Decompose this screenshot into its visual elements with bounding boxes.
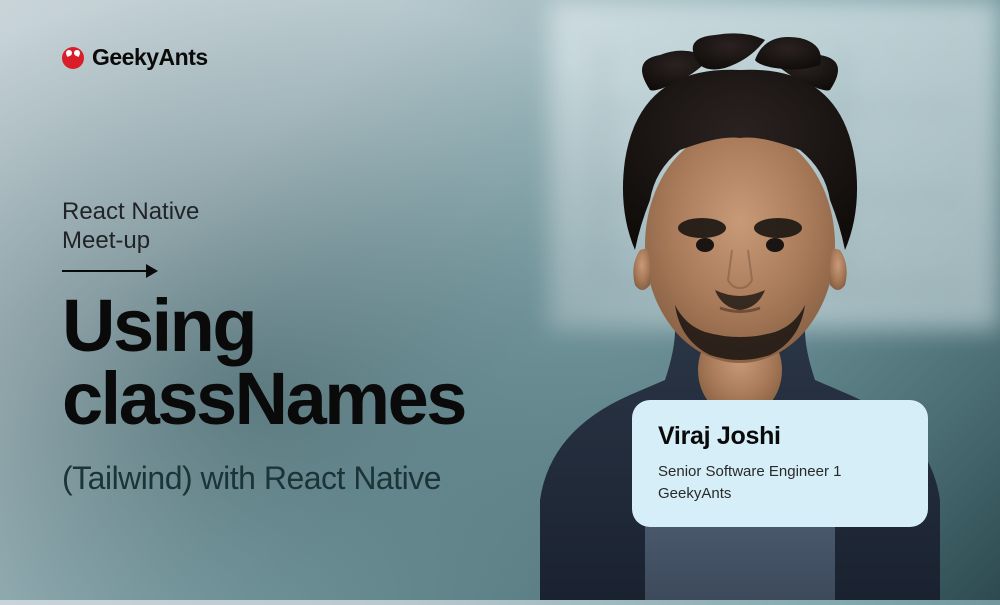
subheadline: (Tailwind) with React Native bbox=[62, 460, 441, 497]
brand-logo: GeekyAnts bbox=[62, 44, 208, 71]
speaker-name: Viraj Joshi bbox=[658, 422, 904, 451]
headline-line-1: Using bbox=[62, 290, 465, 363]
speaker-card: Viraj Joshi Senior Software Engineer 1 G… bbox=[632, 400, 928, 527]
headline-line-2: classNames bbox=[62, 363, 465, 436]
eyebrow-label: React Native Meet-up bbox=[62, 198, 199, 256]
headline: Using classNames bbox=[62, 290, 465, 435]
eyebrow-line-1: React Native bbox=[62, 198, 199, 227]
brand-logo-text: GeekyAnts bbox=[92, 44, 208, 71]
brand-logo-icon bbox=[62, 47, 84, 69]
speaker-role-line-1: Senior Software Engineer 1 bbox=[658, 461, 904, 483]
speaker-role-line-2: GeekyAnts bbox=[658, 483, 904, 505]
speaker-role: Senior Software Engineer 1 GeekyAnts bbox=[658, 461, 904, 505]
arrow-icon bbox=[62, 264, 158, 278]
eyebrow-line-2: Meet-up bbox=[62, 227, 199, 256]
